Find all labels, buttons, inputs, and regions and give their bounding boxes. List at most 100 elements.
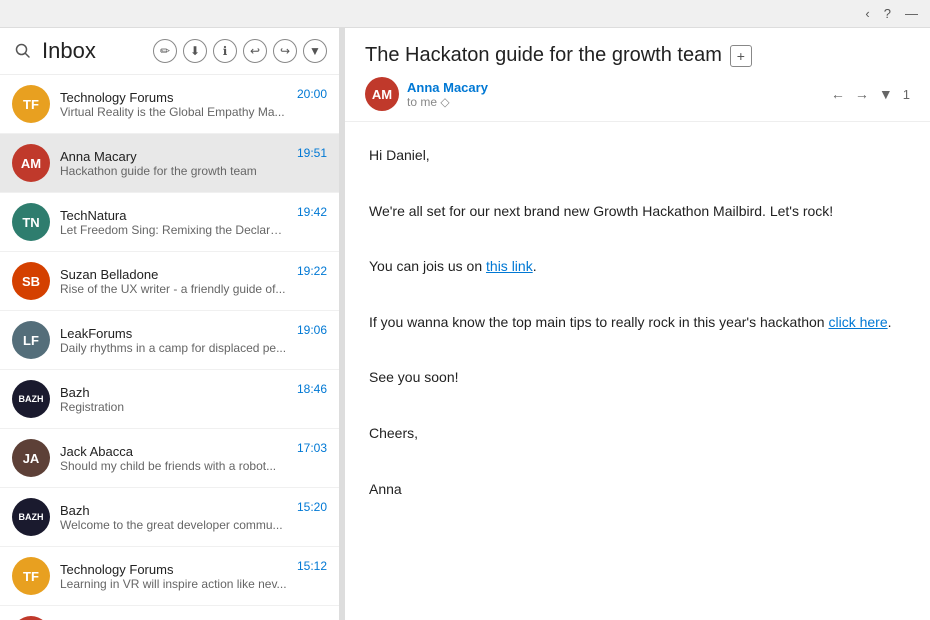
- mail-time: 19:51: [297, 146, 327, 160]
- avatar: BAZH: [12, 498, 50, 536]
- mail-item[interactable]: BAZHBazhRegistration18:46: [0, 370, 339, 429]
- email-title: The Hackaton guide for the growth team: [365, 44, 722, 67]
- download-button[interactable]: ⬇: [183, 39, 207, 63]
- body-paragraph: Hi Daniel,: [369, 144, 906, 168]
- mail-time: 19:42: [297, 205, 327, 219]
- sender-row: AM Anna Macary to me ◇ ← → ▼ 1: [365, 77, 910, 111]
- body-paragraph: See you soon!: [369, 366, 906, 390]
- compose-button[interactable]: ✏: [153, 39, 177, 63]
- mail-sender: Bazh: [60, 385, 287, 400]
- avatar: SB: [12, 262, 50, 300]
- body-paragraph: Cheers,: [369, 422, 906, 446]
- forward-arrow[interactable]: →: [855, 86, 869, 102]
- mail-content: Jack AbaccaShould my child be friends wi…: [60, 444, 287, 473]
- body-spacer: [369, 283, 906, 307]
- left-panel: Inbox ✏ ⬇ ℹ ↩ ↪ ▼ TFTechnology ForumsVir…: [0, 28, 340, 620]
- reply-button[interactable]: ↩: [243, 39, 267, 63]
- email-count: 1: [903, 87, 910, 102]
- mail-time: 19:06: [297, 323, 327, 337]
- mail-sender: Suzan Belladone: [60, 267, 287, 282]
- email-body: Hi Daniel, We're all set for our next br…: [345, 122, 930, 620]
- mail-time: 19:22: [297, 264, 327, 278]
- mail-item[interactable]: TF Technology ForumsVirtual Reality is th…: [0, 75, 339, 134]
- email-title-row: The Hackaton guide for the growth team +: [365, 44, 910, 67]
- mail-sender: TechNatura: [60, 208, 287, 223]
- mail-item[interactable]: BAZH BazhWelcome to the great developer c…: [0, 488, 339, 547]
- mail-subject: Daily rhythms in a camp for displaced pe…: [60, 341, 287, 355]
- inbox-header: Inbox ✏ ⬇ ℹ ↩ ↪ ▼: [0, 28, 339, 75]
- mail-sender: Anna Macary: [60, 149, 287, 164]
- sender-info: Anna Macary to me ◇: [407, 80, 823, 109]
- this-link[interactable]: this link: [486, 258, 533, 274]
- body-paragraph: If you wanna know the top main tips to r…: [369, 311, 906, 335]
- body-spacer: [369, 450, 906, 474]
- mail-subject: Welcome to the great developer commu...: [60, 518, 287, 532]
- body-paragraph: You can jois us on this link.: [369, 255, 906, 279]
- mail-content: Anna MacaryHackathon guide for the growt…: [60, 149, 287, 178]
- mail-sender: Technology Forums: [60, 562, 287, 577]
- mail-item[interactable]: TF Technology ForumsLearning in VR will i…: [0, 547, 339, 606]
- mail-list: TFTechnology ForumsVirtual Reality is th…: [0, 75, 339, 620]
- more-button[interactable]: ▼: [303, 39, 327, 63]
- info-button[interactable]: ℹ: [213, 39, 237, 63]
- search-icon[interactable]: [12, 40, 34, 62]
- add-tab-button[interactable]: +: [730, 45, 752, 67]
- mail-content: BazhWelcome to the great developer commu…: [60, 503, 287, 532]
- mail-sender: Jack Abacca: [60, 444, 287, 459]
- mail-subject: Rise of the UX writer - a friendly guide…: [60, 282, 287, 296]
- mail-time: 20:00: [297, 87, 327, 101]
- avatar: TF: [12, 557, 50, 595]
- mail-item[interactable]: AMAnna MacaryHow Should We Tax Self-Driv…: [0, 606, 339, 620]
- avatar: JA: [12, 439, 50, 477]
- body-paragraph: Anna: [369, 478, 906, 502]
- mail-item[interactable]: LF LeakForumsDaily rhythms in a camp for …: [0, 311, 339, 370]
- forward-button[interactable]: ↪: [273, 39, 297, 63]
- mail-subject: Virtual Reality is the Global Empathy Ma…: [60, 105, 287, 119]
- avatar: TN: [12, 203, 50, 241]
- mail-subject: Should my child be friends with a robot.…: [60, 459, 287, 473]
- body-spacer: [369, 394, 906, 418]
- mail-time: 15:12: [297, 559, 327, 573]
- mail-sender: Bazh: [60, 503, 287, 518]
- body-paragraph: We're all set for our next brand new Gro…: [369, 200, 906, 224]
- mail-item[interactable]: TN TechNaturaLet Freedom Sing: Remixing t…: [0, 193, 339, 252]
- help-button[interactable]: ?: [884, 6, 891, 21]
- main-layout: Inbox ✏ ⬇ ℹ ↩ ↪ ▼ TFTechnology ForumsVir…: [0, 28, 930, 620]
- window-chrome: ‹ ? —: [0, 0, 930, 28]
- more-arrow[interactable]: ▼: [879, 86, 893, 102]
- body-spacer: [369, 227, 906, 251]
- mail-time: 18:46: [297, 382, 327, 396]
- mail-subject: Hackathon guide for the growth team: [60, 164, 287, 178]
- mail-content: BazhRegistration: [60, 385, 287, 414]
- avatar: AM: [12, 144, 50, 182]
- mail-content: Technology ForumsLearning in VR will ins…: [60, 562, 287, 591]
- mail-sender: Technology Forums: [60, 90, 287, 105]
- toolbar-icons: ✏ ⬇ ℹ ↩ ↪ ▼: [153, 39, 327, 63]
- right-panel: The Hackaton guide for the growth team +…: [345, 28, 930, 620]
- mail-content: Suzan BelladoneRise of the UX writer - a…: [60, 267, 287, 296]
- mail-subject: Learning in VR will inspire action like …: [60, 577, 287, 591]
- body-spacer: [369, 172, 906, 196]
- click-here-link[interactable]: click here: [828, 314, 887, 330]
- mail-time: 17:03: [297, 441, 327, 455]
- reply-arrow[interactable]: ←: [831, 86, 845, 102]
- mail-item[interactable]: SB Suzan BelladoneRise of the UX writer -…: [0, 252, 339, 311]
- body-spacer: [369, 339, 906, 363]
- email-actions: ← → ▼ 1: [831, 86, 910, 102]
- back-button[interactable]: ‹: [865, 6, 869, 21]
- avatar: TF: [12, 85, 50, 123]
- inbox-title: Inbox: [42, 38, 145, 64]
- mail-subject: Let Freedom Sing: Remixing the Declarati…: [60, 223, 287, 237]
- mail-time: 15:20: [297, 500, 327, 514]
- minimize-button[interactable]: —: [905, 6, 918, 21]
- sender-avatar: AM: [365, 77, 399, 111]
- mail-item[interactable]: AM Anna MacaryHackathon guide for the gro…: [0, 134, 339, 193]
- mail-sender: LeakForums: [60, 326, 287, 341]
- mail-content: Technology ForumsVirtual Reality is the …: [60, 90, 287, 119]
- mail-content: LeakForumsDaily rhythms in a camp for di…: [60, 326, 287, 355]
- avatar: AM: [12, 616, 50, 620]
- sender-name: Anna Macary: [407, 80, 823, 95]
- mail-subject: Registration: [60, 400, 287, 414]
- mail-item[interactable]: JA Jack AbaccaShould my child be friends …: [0, 429, 339, 488]
- avatar: LF: [12, 321, 50, 359]
